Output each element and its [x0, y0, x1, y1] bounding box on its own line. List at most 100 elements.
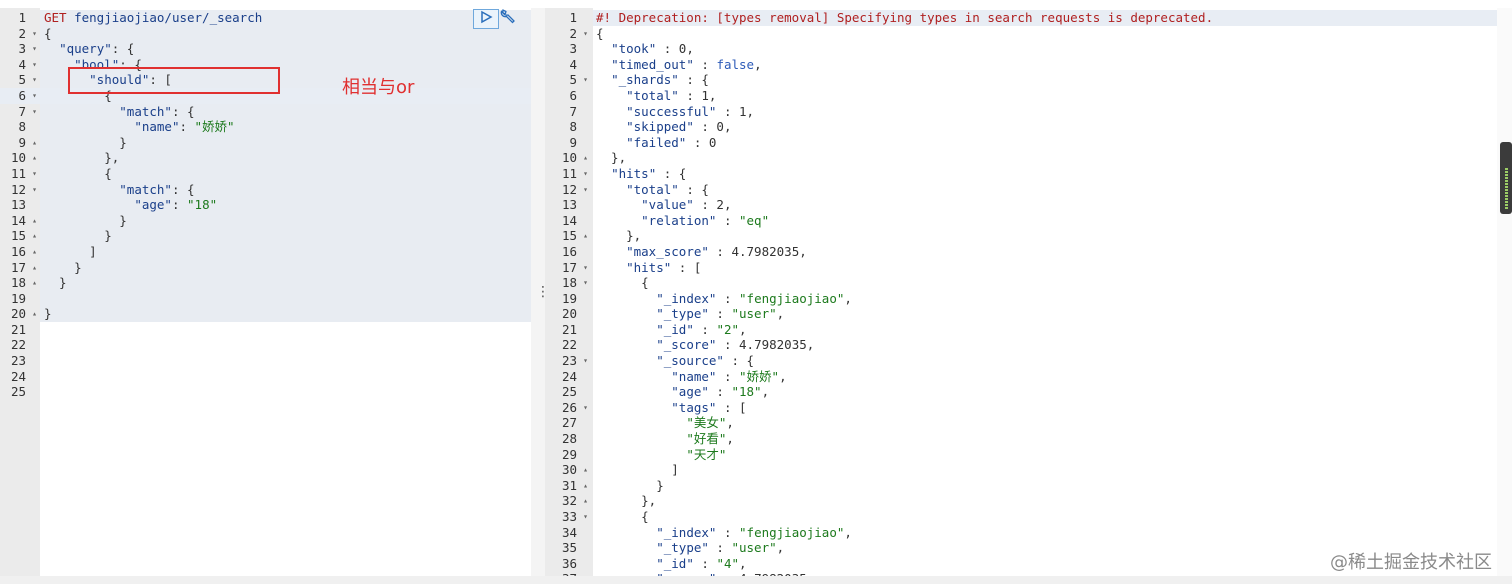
fold-arrow-icon[interactable]: ▾ — [32, 72, 37, 88]
line-number-label: 12 — [561, 181, 577, 197]
request-code-line[interactable]: "match": { — [40, 104, 531, 120]
scroll-thumb-tick — [1505, 180, 1508, 182]
fold-arrow-icon[interactable]: ▾ — [583, 353, 588, 369]
line-number-label: 18 — [561, 275, 577, 291]
line-number-label: 15 — [561, 228, 577, 244]
request-code-line[interactable]: } — [40, 275, 531, 291]
fold-arrow-icon[interactable]: ▾ — [32, 26, 37, 42]
line-number: 4 ▾ — [0, 57, 40, 73]
fold-end-icon[interactable]: ▴ — [32, 275, 37, 291]
line-number-label: 2 — [18, 25, 26, 41]
line-number: 1 — [0, 10, 40, 26]
request-code-line[interactable] — [40, 353, 531, 369]
fold-arrow-icon[interactable]: ▾ — [583, 72, 588, 88]
fold-end-icon[interactable]: ▴ — [583, 228, 588, 244]
scroll-thumb-tick — [1505, 189, 1508, 191]
request-code-line[interactable]: "name": "娇娇" — [40, 119, 531, 135]
fold-end-icon[interactable]: ▴ — [32, 260, 37, 276]
line-number-label: 24 — [10, 368, 26, 384]
response-code-line: }, — [596, 150, 627, 166]
fold-end-icon[interactable]: ▴ — [32, 213, 37, 229]
request-code-line[interactable]: } — [40, 213, 531, 229]
fold-end-icon[interactable]: ▴ — [583, 493, 588, 509]
response-editor-body[interactable]: #! Deprecation: [types removal] Specifyi… — [593, 8, 1497, 576]
response-code-line: "timed_out" : false, — [611, 56, 762, 72]
fold-end-icon[interactable]: ▴ — [583, 478, 588, 494]
response-code-line: "successful" : 1, — [626, 103, 755, 119]
fold-arrow-icon[interactable]: ▾ — [32, 104, 37, 120]
response-code-line: "failed" : 0 — [626, 134, 717, 150]
request-code-line[interactable]: "age": "18" — [40, 197, 531, 213]
request-code-line[interactable]: "query": { — [40, 41, 531, 57]
line-number-label: 6 — [18, 87, 26, 103]
fold-end-icon[interactable]: ▴ — [32, 244, 37, 260]
request-code-line[interactable] — [40, 291, 531, 307]
scrollbar-thumb[interactable] — [1500, 142, 1512, 214]
fold-arrow-icon[interactable]: ▾ — [583, 275, 588, 291]
line-number: 10 ▴ — [0, 150, 40, 166]
request-code-line[interactable]: ] — [40, 244, 531, 260]
line-number-label: 9 — [569, 134, 577, 150]
request-code-line[interactable] — [40, 322, 531, 338]
line-number-label: 7 — [569, 103, 577, 119]
fold-end-icon[interactable]: ▴ — [583, 462, 588, 478]
line-number-label: 31 — [561, 477, 577, 493]
line-number: 22 — [0, 337, 40, 353]
run-request-button[interactable] — [473, 9, 499, 29]
request-code-line[interactable] — [40, 369, 531, 385]
line-number: 5 ▾ — [0, 72, 40, 88]
request-code-line[interactable]: GET fengjiaojiao/user/_search — [40, 10, 531, 26]
line-number: 31 ▴ — [545, 478, 593, 494]
fold-end-icon[interactable]: ▴ — [32, 135, 37, 151]
fold-arrow-icon[interactable]: ▾ — [583, 26, 588, 42]
line-number: 17 ▴ — [0, 260, 40, 276]
fold-arrow-icon[interactable]: ▾ — [32, 166, 37, 182]
fold-end-icon[interactable]: ▴ — [32, 306, 37, 322]
line-number: 24 — [0, 369, 40, 385]
line-number-label: 6 — [569, 87, 577, 103]
request-code-line[interactable]: } — [40, 260, 531, 276]
line-number: 3 — [545, 41, 593, 57]
line-number-label: 30 — [561, 462, 577, 478]
request-code-line[interactable]: "match": { — [40, 182, 531, 198]
line-number-label: 7 — [18, 103, 26, 119]
line-number-label: 25 — [561, 384, 577, 400]
fold-arrow-icon[interactable]: ▾ — [583, 166, 588, 182]
fold-arrow-icon[interactable]: ▾ — [583, 182, 588, 198]
vertical-scrollbar[interactable] — [1497, 8, 1512, 576]
request-code-line[interactable]: { — [40, 26, 531, 42]
scroll-thumb-tick — [1505, 186, 1508, 188]
response-viewer[interactable]: 1 2 ▾ 3 4 5 ▾ 6 7 8 9 10 ▴ 11 ▾ 12 ▾ 13 14 15 ▴ 16 17 ▾ 18 ▾ 19 20 2… — [545, 8, 1497, 576]
request-code-line[interactable]: { — [40, 166, 531, 182]
request-code-line[interactable] — [40, 337, 531, 353]
line-number-label: 12 — [10, 181, 26, 197]
line-number: 17 ▾ — [545, 260, 593, 276]
fold-end-icon[interactable]: ▴ — [32, 150, 37, 166]
request-code-line[interactable] — [40, 384, 531, 400]
line-number: 36 — [545, 556, 593, 572]
line-number-label: 26 — [561, 399, 577, 415]
fold-arrow-icon[interactable]: ▾ — [32, 57, 37, 73]
fold-arrow-icon[interactable]: ▾ — [583, 260, 588, 276]
response-code-line: "美女", — [686, 415, 734, 431]
fold-arrow-icon[interactable]: ▾ — [583, 509, 588, 525]
line-number-label: 19 — [561, 290, 577, 306]
fold-arrow-icon[interactable]: ▾ — [32, 88, 37, 104]
line-number: 15 ▴ — [0, 228, 40, 244]
annotation-highlight-box — [68, 67, 280, 94]
line-number-label: 35 — [561, 540, 577, 556]
line-number: 16 ▴ — [0, 244, 40, 260]
fold-end-icon[interactable]: ▴ — [32, 228, 37, 244]
line-number-label: 5 — [569, 72, 577, 88]
fold-end-icon[interactable]: ▴ — [583, 150, 588, 166]
request-code-line[interactable]: } — [40, 228, 531, 244]
line-number: 12 ▾ — [0, 182, 40, 198]
request-code-line[interactable]: }, — [40, 150, 531, 166]
fold-arrow-icon[interactable]: ▾ — [583, 400, 588, 416]
fold-arrow-icon[interactable]: ▾ — [32, 182, 37, 198]
line-number: 9 — [545, 135, 593, 151]
request-code-line[interactable]: } — [40, 306, 531, 322]
settings-wrench-button[interactable] — [498, 8, 518, 28]
fold-arrow-icon[interactable]: ▾ — [32, 41, 37, 57]
request-code-line[interactable]: } — [40, 135, 531, 151]
